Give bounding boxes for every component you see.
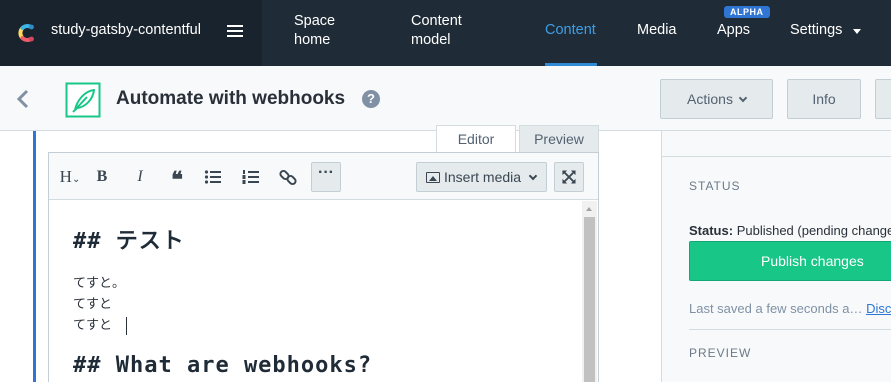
more-options-button[interactable]: ··· <box>311 162 341 192</box>
editor-scrollbar[interactable] <box>582 201 597 382</box>
chevron-down-icon <box>738 93 748 103</box>
numbered-list-icon[interactable] <box>241 165 261 189</box>
more-icon: ··· <box>318 164 334 181</box>
nav-content-model-label: Content model <box>411 12 462 50</box>
scrollbar-thumb[interactable] <box>584 217 595 382</box>
heading-button-label: H <box>59 167 72 186</box>
tab-preview[interactable]: Preview <box>519 125 599 152</box>
status-heading: STATUS <box>689 179 741 193</box>
heading-dropdown-icon: ⌄ <box>71 174 81 185</box>
actions-button-label: Actions <box>687 91 733 107</box>
markdown-line-text: てすと <box>73 318 113 333</box>
nav-content[interactable]: Content <box>545 0 597 66</box>
nav-space-home-label: Space home <box>294 12 335 50</box>
markdown-editor: H⌄ B I ❝ ··· Insert media ## テスト てすと。 てす… <box>48 152 599 382</box>
status-label: Status: <box>689 223 734 238</box>
sidebar-divider <box>689 329 891 330</box>
nav-content-label: Content <box>545 22 596 38</box>
hamburger-menu-icon[interactable] <box>227 25 243 39</box>
info-button[interactable]: Info <box>787 79 861 119</box>
publish-changes-label: Publish changes <box>761 253 864 269</box>
link-icon[interactable] <box>277 165 299 189</box>
text-cursor <box>126 316 128 335</box>
quote-icon: ❝ <box>171 167 183 193</box>
italic-button-label: I <box>137 168 143 185</box>
nav-apps-label: Apps <box>717 22 751 38</box>
bold-button[interactable]: B <box>92 165 112 189</box>
bold-button-label: B <box>96 168 108 185</box>
insert-media-button[interactable]: Insert media <box>416 162 547 192</box>
alpha-badge: ALPHA <box>724 6 770 18</box>
image-icon <box>426 172 440 183</box>
actions-button[interactable]: Actions <box>660 79 773 119</box>
back-chevron-icon[interactable] <box>14 88 34 110</box>
nav-media-label: Media <box>637 22 677 38</box>
nav-settings-label: Settings <box>790 22 843 38</box>
status-value: Published (pending changes) <box>736 223 891 238</box>
field-focus-indicator <box>33 131 36 382</box>
heading-button[interactable]: H⌄ <box>57 165 83 189</box>
italic-button[interactable]: I <box>130 165 150 189</box>
space-name: study-gatsby-contentful <box>51 22 201 38</box>
chevron-down-icon <box>528 171 538 181</box>
scroll-up-arrow-icon[interactable] <box>586 207 592 211</box>
caret-down-icon[interactable] <box>853 29 861 34</box>
contentful-logo-icon <box>18 24 34 42</box>
last-saved-text: Last saved a few seconds a… Discard <box>689 301 891 316</box>
sidebar-divider <box>662 156 891 157</box>
entry-feather-icon <box>65 82 101 118</box>
insert-media-label: Insert media <box>444 169 522 185</box>
tab-editor-label: Editor <box>457 131 495 147</box>
preview-heading: PREVIEW <box>689 346 752 360</box>
quote-button[interactable]: ❝ <box>167 165 187 193</box>
discard-link[interactable]: Discard <box>866 301 891 316</box>
markdown-toolbar: H⌄ B I ❝ ··· Insert media <box>49 153 598 200</box>
status-text: Status: Published (pending changes) <box>689 223 891 238</box>
markdown-heading: ## テスト <box>73 229 185 254</box>
bulleted-list-icon[interactable] <box>203 165 223 189</box>
markdown-line: てすと <box>73 297 113 312</box>
nav-content-model-label-2: model <box>411 32 451 48</box>
publish-changes-button[interactable]: Publish changes <box>689 241 891 281</box>
top-nav: study-gatsby-contentful Space home Conte… <box>0 0 891 66</box>
tab-preview-label: Preview <box>534 131 584 147</box>
help-icon[interactable]: ? <box>362 90 380 108</box>
info-button-label: Info <box>812 91 836 107</box>
markdown-line: てすと。 <box>73 276 126 291</box>
last-saved-label: Last saved a few seconds a… <box>689 301 863 316</box>
entry-title: Automate with webhooks <box>116 88 346 109</box>
expand-editor-icon[interactable] <box>554 162 584 192</box>
extra-button[interactable] <box>875 79 891 119</box>
entry-sidebar: STATUS Status: Published (pending change… <box>661 131 891 382</box>
markdown-line-with-cursor: てすと <box>73 315 582 336</box>
nav-space-home-label-2: home <box>294 32 331 48</box>
entry-header: Automate with webhooks ? Actions Info <box>0 66 891 131</box>
markdown-heading: ## What are webhooks? <box>73 353 373 378</box>
space-switcher[interactable]: study-gatsby-contentful <box>0 0 262 66</box>
nav-content-model-label-1: Content <box>411 13 462 29</box>
markdown-text-area[interactable]: ## テスト てすと。 てすと てすと ## What are webhooks… <box>49 201 582 382</box>
tab-editor[interactable]: Editor <box>436 125 516 152</box>
nav-space-home-label-1: Space <box>294 13 336 29</box>
